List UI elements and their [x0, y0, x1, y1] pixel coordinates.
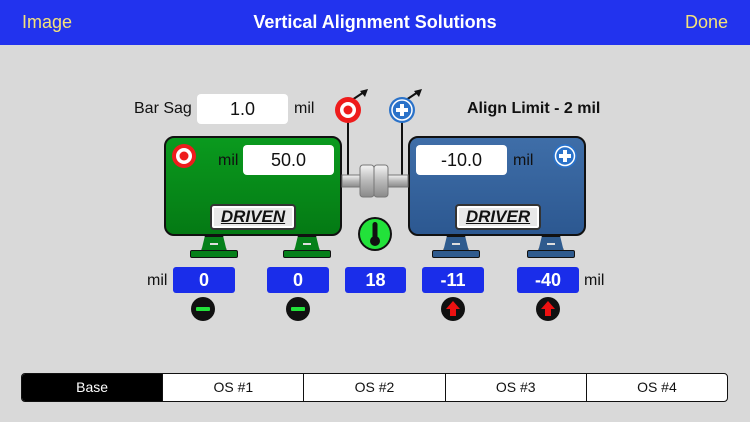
- done-button[interactable]: Done: [685, 12, 728, 33]
- readings-unit-right: mil: [584, 272, 605, 289]
- driver-front-foot: [432, 236, 480, 258]
- raise-arrow-icon: [536, 297, 560, 321]
- driven-nameplate: DRIVEN: [210, 204, 296, 230]
- tab-base[interactable]: Base: [22, 374, 163, 401]
- driven-front-reading[interactable]: 0: [173, 267, 235, 293]
- driven-front-foot: [190, 236, 238, 258]
- driver-front-reading[interactable]: -11: [422, 267, 484, 293]
- coupling: [341, 164, 409, 198]
- temperature-reading[interactable]: 18: [345, 267, 406, 293]
- tab-os-1[interactable]: OS #1: [162, 374, 303, 401]
- driver-back-foot: [527, 236, 575, 258]
- nav-bar: Image Vertical Alignment Solutions Done: [0, 0, 750, 45]
- driven-back-reading[interactable]: 0: [267, 267, 329, 293]
- tab-os-2[interactable]: OS #2: [303, 374, 444, 401]
- bar-sag-label: Bar Sag: [134, 100, 192, 117]
- driven-offset-input[interactable]: 50.0: [243, 145, 334, 175]
- readings-unit-left: mil: [147, 272, 168, 289]
- driver-nameplate: DRIVER: [455, 204, 541, 230]
- raise-arrow-icon: [441, 297, 465, 321]
- driver-plus-icon[interactable]: [552, 143, 578, 169]
- driver-unit: mil: [513, 152, 534, 169]
- page-title: Vertical Alignment Solutions: [253, 12, 497, 32]
- driven-unit: mil: [218, 152, 239, 169]
- driven-back-foot: [283, 236, 331, 258]
- align-limit-label: Align Limit - 2 mil: [467, 100, 601, 117]
- tab-os-3[interactable]: OS #3: [444, 374, 586, 401]
- bar-sag-unit: mil: [294, 100, 315, 117]
- tab-os-4[interactable]: OS #4: [585, 374, 727, 401]
- driver-back-reading[interactable]: -40: [517, 267, 579, 293]
- level-ok-icon: [191, 297, 215, 321]
- level-ok-icon: [286, 297, 310, 321]
- offset-tab-bar: Base OS #1 OS #2 OS #3 OS #4: [21, 373, 728, 402]
- bar-sag-input[interactable]: 1.0: [197, 94, 288, 124]
- driven-target-icon[interactable]: [171, 143, 197, 169]
- thermometer-icon[interactable]: [357, 216, 393, 252]
- driver-offset-input[interactable]: -10.0: [416, 145, 507, 175]
